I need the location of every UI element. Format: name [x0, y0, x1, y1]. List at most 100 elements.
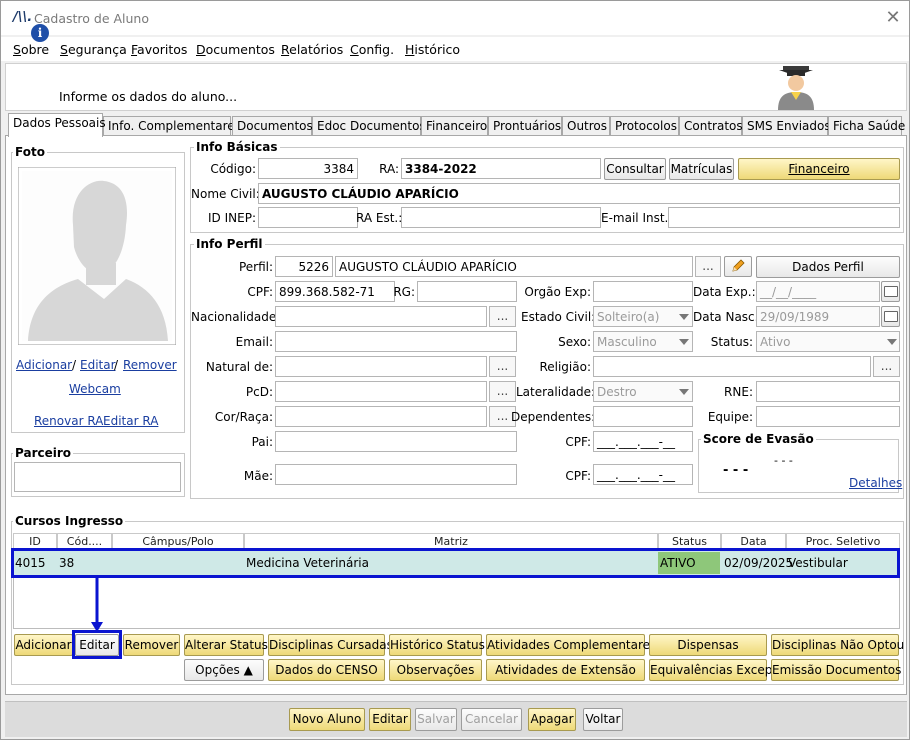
historico-status-button[interactable]: Histórico Status — [389, 634, 485, 656]
cpf-pai-field[interactable]: ___.___.___-__ — [593, 431, 693, 452]
score-evasao-title: Score de Evasão — [701, 432, 816, 446]
person-placeholder-photo[interactable] — [18, 167, 176, 345]
pai-field[interactable] — [275, 431, 517, 452]
disciplinas-cursadas-button[interactable]: Disciplinas Cursadas — [268, 634, 393, 656]
editar-aluno-button[interactable]: Editar — [369, 708, 411, 731]
perfil-search-button[interactable]: ... — [695, 256, 721, 277]
disciplinas-nao-optou-button[interactable]: Disciplinas Não Optou — [771, 634, 904, 656]
rg-label: RG: — [393, 285, 415, 299]
webcam-link[interactable]: Webcam — [69, 382, 121, 396]
menu-sobre[interactable]: Sobre — [13, 42, 49, 57]
tab-sms-enviados[interactable]: SMS Enviados — [742, 116, 831, 136]
ra-est-field[interactable] — [401, 207, 601, 228]
menu-documentos[interactable]: Documentos — [196, 42, 275, 57]
tab-prontuarios[interactable]: Prontuários — [488, 116, 562, 136]
perfil-nome-field[interactable]: AUGUSTO CLÁUDIO APARÍCIO — [335, 256, 693, 277]
tab-outros[interactable]: Outros — [562, 116, 610, 136]
dispensas-button[interactable]: Dispensas — [649, 634, 767, 656]
email-field[interactable] — [275, 331, 517, 352]
tab-contratos[interactable]: Contratos — [679, 116, 743, 136]
perfil-id-field[interactable]: 5226 — [275, 256, 333, 277]
ra-field[interactable]: 3384-2022 — [401, 158, 601, 179]
religiao-search-button[interactable]: ... — [873, 356, 900, 377]
parceiro-field[interactable] — [14, 462, 181, 492]
data-nasc-calendar-icon[interactable] — [881, 306, 900, 327]
foto-remover-link[interactable]: Remover — [123, 358, 177, 372]
tab-financeiro[interactable]: Financeiro — [421, 116, 488, 136]
sexo-select[interactable]: Masculino — [593, 331, 693, 352]
matriculas-button[interactable]: Matrículas — [669, 158, 734, 180]
tab-info-complementares[interactable]: Info. Complementares — [103, 116, 241, 136]
cursos-ingresso-title: Cursos Ingresso — [13, 514, 126, 528]
menu-seguranca[interactable]: Segurança — [60, 42, 127, 57]
religiao-label: Religião: — [539, 360, 591, 374]
salvar-button[interactable]: Salvar — [415, 708, 457, 731]
voltar-button[interactable]: Voltar — [583, 708, 623, 731]
observacoes-button[interactable]: Observações — [389, 659, 482, 681]
data-nasc-label: Data Nasc.: — [693, 310, 763, 324]
atividades-complementares-button[interactable]: Atividades Complementares — [486, 634, 656, 656]
status-select[interactable]: Ativo — [756, 331, 900, 352]
menu-historico[interactable]: Histórico — [405, 42, 460, 57]
menu-favoritos[interactable]: Favoritos — [131, 42, 187, 57]
opcoes-dropdown-button[interactable]: Opções ▲ — [184, 659, 264, 681]
data-exp-field[interactable]: __/__/____ — [756, 281, 880, 302]
equipe-field[interactable] — [756, 406, 900, 427]
tab-dados-pessoais[interactable]: Dados Pessoais — [8, 113, 106, 137]
pcd-field[interactable] — [275, 381, 487, 402]
email-inst-field[interactable] — [668, 207, 900, 228]
perfil-label: Perfil: — [238, 260, 273, 274]
data-exp-calendar-icon[interactable] — [881, 281, 900, 302]
nome-civil-label: Nome Civil: — [191, 187, 260, 201]
pencil-icon[interactable] — [724, 256, 752, 277]
equivalencias-excep-button[interactable]: Equivalências Excep. — [649, 659, 776, 681]
foto-adicionar-link[interactable]: Adicionar — [16, 358, 72, 372]
cor-raca-field[interactable] — [275, 406, 487, 427]
atividades-extensao-button[interactable]: Atividades de Extensão — [486, 659, 645, 681]
cpf-pai-label: CPF: — [565, 435, 591, 449]
email-label: Email: — [235, 335, 273, 349]
dados-perfil-button[interactable]: Dados Perfil — [756, 256, 900, 278]
apagar-button[interactable]: Apagar — [528, 708, 576, 731]
natural-de-field[interactable] — [275, 356, 487, 377]
novo-aluno-button[interactable]: Novo Aluno — [289, 708, 365, 731]
graduate-avatar-icon — [778, 66, 814, 110]
rg-field[interactable] — [417, 281, 517, 302]
renovar-ra-link[interactable]: Renovar RA — [34, 414, 103, 428]
cpf-mae-field[interactable]: ___.___.___-__ — [593, 464, 693, 485]
emissao-documentos-button[interactable]: Emissão Documentos — [771, 659, 901, 681]
estado-civil-select[interactable]: Solteiro(a) — [593, 306, 693, 327]
menu-relatorios[interactable]: Relatórios — [281, 42, 343, 57]
nacionalidade-search-button[interactable]: ... — [489, 306, 516, 327]
lateralidade-select[interactable]: Destro — [593, 381, 693, 402]
remover-curso-button[interactable]: Remover — [123, 634, 180, 656]
data-nasc-field[interactable]: 29/09/1989 — [756, 306, 880, 327]
religiao-field[interactable] — [593, 356, 871, 377]
orgao-exp-field[interactable] — [593, 281, 693, 302]
editar-ra-link[interactable]: Editar RA — [103, 414, 158, 428]
dados-censo-button[interactable]: Dados do CENSO — [268, 659, 385, 681]
alterar-status-button[interactable]: Alterar Status — [184, 634, 268, 656]
tab-edoc-documentos[interactable]: Edoc Documentos — [312, 116, 426, 136]
dependentes-field[interactable] — [593, 406, 693, 427]
financeiro-button[interactable]: Financeiro — [738, 158, 900, 180]
rne-field[interactable] — [756, 381, 900, 402]
detalhes-link[interactable]: Detalhes — [849, 476, 902, 490]
cancelar-button[interactable]: Cancelar — [461, 708, 522, 731]
adicionar-curso-button[interactable]: Adicionar — [14, 634, 73, 656]
nome-civil-field[interactable]: AUGUSTO CLÁUDIO APARÍCIO — [258, 183, 900, 204]
foto-editar-link[interactable]: Editar — [80, 358, 116, 372]
tab-protocolos[interactable]: Protocolos — [610, 116, 679, 136]
nacionalidade-field[interactable] — [275, 306, 487, 327]
codigo-field[interactable]: 3384 — [258, 158, 358, 179]
menu-config[interactable]: Config. — [350, 42, 394, 57]
close-icon[interactable]: ✕ — [881, 7, 905, 29]
tab-ficha-saude[interactable]: Ficha Saúde — [828, 116, 905, 136]
consultar-button[interactable]: Consultar — [604, 158, 666, 180]
natural-de-search-button[interactable]: ... — [489, 356, 516, 377]
pcd-search-button[interactable]: ... — [489, 381, 516, 402]
id-inep-field[interactable] — [258, 207, 358, 228]
mae-field[interactable] — [275, 464, 517, 485]
tab-documentos[interactable]: Documentos — [232, 116, 313, 136]
cpf-field[interactable]: 899.368.582-71 — [275, 281, 395, 302]
